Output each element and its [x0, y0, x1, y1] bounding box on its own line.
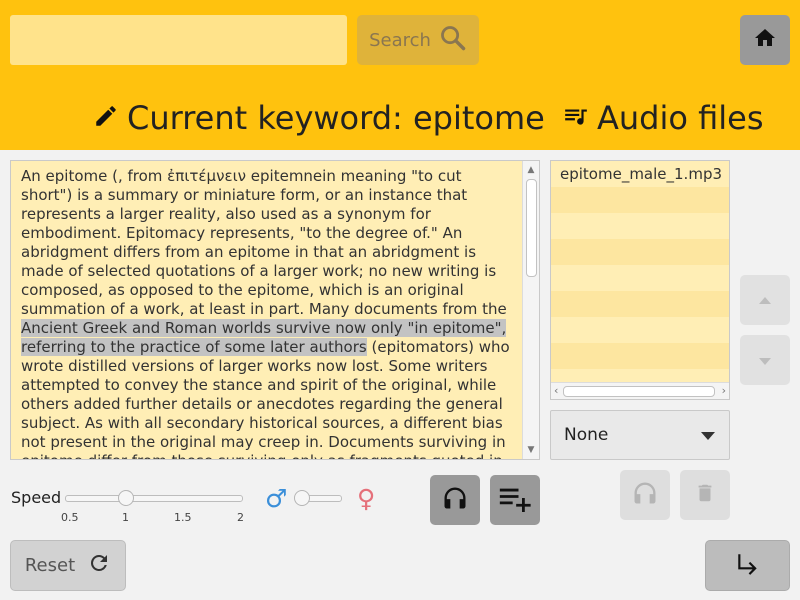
- gender-slider-thumb[interactable]: [294, 490, 310, 506]
- chevron-down-icon: [701, 432, 715, 440]
- audio-file-item[interactable]: [551, 317, 729, 343]
- audio-file-item[interactable]: epitome_male_1.mp3: [551, 161, 729, 187]
- male-icon: ♂: [265, 484, 288, 513]
- triangle-up-icon: [758, 291, 772, 310]
- search-button[interactable]: Search: [357, 15, 479, 65]
- play-audio-file-button[interactable]: [620, 470, 670, 520]
- home-button[interactable]: [740, 15, 790, 65]
- definition-text: An epitome (, from ἐπιτέμνειν epitemnein…: [21, 167, 517, 459]
- headphones-icon: [441, 484, 469, 516]
- speed-slider-thumb[interactable]: [118, 490, 134, 506]
- move-down-button[interactable]: [740, 335, 790, 385]
- scroll-right-arrow-icon[interactable]: ›: [722, 383, 726, 398]
- playlist-add-icon: [497, 484, 533, 516]
- scroll-left-arrow-icon[interactable]: ‹: [554, 383, 558, 398]
- scroll-down-arrow-icon[interactable]: ▼: [523, 443, 539, 457]
- play-button[interactable]: [430, 475, 480, 525]
- speed-tick: 1.5: [174, 511, 192, 524]
- move-up-button[interactable]: [740, 275, 790, 325]
- search-button-label: Search: [369, 29, 431, 51]
- voice-select-value: None: [564, 425, 609, 445]
- female-icon: ♀: [357, 484, 376, 513]
- audio-list-scrollbar-thumb[interactable]: [563, 386, 715, 397]
- home-icon: [753, 26, 777, 54]
- search-icon: [439, 24, 467, 56]
- search-input[interactable]: [10, 15, 347, 65]
- scroll-up-arrow-icon[interactable]: ▲: [523, 163, 539, 177]
- audio-file-item[interactable]: [551, 187, 729, 213]
- audio-files-list[interactable]: epitome_male_1.mp3 ‹ ›: [550, 160, 730, 400]
- audio-files-title: Audio files: [563, 97, 764, 139]
- delete-button[interactable]: [680, 470, 730, 520]
- trash-icon: [694, 481, 716, 509]
- pencil-icon: [93, 99, 119, 137]
- triangle-down-icon: [758, 351, 772, 370]
- text-after-selection: (epitomators) who wrote distilled versio…: [21, 338, 510, 459]
- speed-slider[interactable]: [65, 495, 243, 502]
- voice-select[interactable]: None: [550, 410, 730, 460]
- speed-tick: 0.5: [61, 511, 79, 524]
- audio-file-item[interactable]: [551, 291, 729, 317]
- audio-files-label: Audio files: [597, 99, 764, 137]
- keyword-prefix: Current keyword:: [127, 99, 413, 137]
- return-arrow-icon: [735, 551, 761, 581]
- headphones-icon: [631, 479, 659, 511]
- refresh-icon: [87, 551, 111, 580]
- speed-tick: 1: [122, 511, 129, 524]
- reset-button[interactable]: Reset: [10, 540, 126, 591]
- current-keyword: epitome: [412, 99, 545, 137]
- audio-file-item[interactable]: [551, 343, 729, 369]
- reset-button-label: Reset: [24, 555, 76, 576]
- audio-file-item[interactable]: [551, 265, 729, 291]
- audio-list-scrollbar[interactable]: ‹ ›: [551, 382, 729, 399]
- definition-text-area[interactable]: An epitome (, from ἐπιτέμνειν epitemnein…: [10, 160, 540, 460]
- playlist-music-icon: [563, 99, 589, 137]
- add-to-playlist-button[interactable]: [490, 475, 540, 525]
- audio-file-item[interactable]: [551, 239, 729, 265]
- header-bar: Search Current keyword: epitome Audio fi…: [0, 0, 800, 150]
- speed-label: Speed: [11, 488, 62, 507]
- text-scrollbar-thumb[interactable]: [526, 179, 537, 277]
- audio-file-item[interactable]: [551, 213, 729, 239]
- speed-tick: 2: [237, 511, 244, 524]
- enter-button[interactable]: [705, 540, 790, 591]
- text-before-selection: An epitome (, from ἐπιτέμνειν epitemnein…: [21, 167, 507, 318]
- page-title: Current keyword: epitome: [93, 97, 545, 139]
- text-scrollbar[interactable]: ▲ ▼: [522, 161, 539, 459]
